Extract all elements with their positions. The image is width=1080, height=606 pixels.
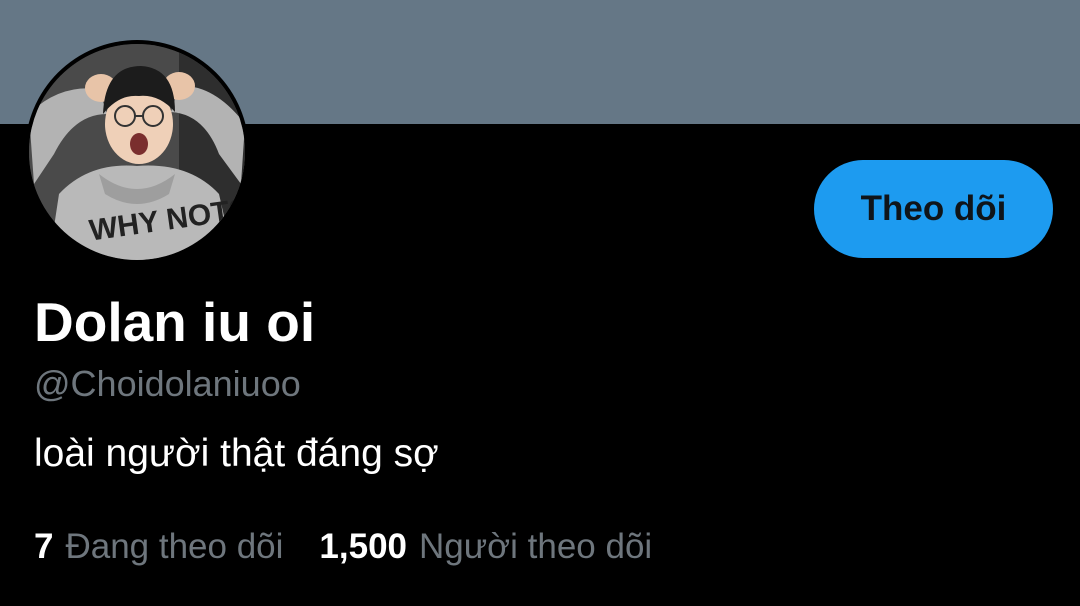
following-count: 7: [34, 527, 54, 566]
followers-count: 1,500: [319, 527, 408, 566]
profile-header: WHY NOT?! Theo dõi Dolan iu oi @Choidola…: [0, 0, 1080, 606]
followers-stat[interactable]: 1,500 Người theo dõi: [319, 525, 652, 569]
avatar-ring: WHY NOT?!: [25, 40, 249, 264]
following-stat[interactable]: 7 Đang theo dõi: [34, 525, 283, 569]
display-name: Dolan iu oi: [34, 291, 316, 353]
followers-label: Người theo dõi: [419, 527, 653, 566]
avatar-image: WHY NOT?!: [29, 44, 245, 260]
user-handle: @Choidolaniuoo: [34, 363, 301, 404]
profile-stats: 7 Đang theo dõi 1,500 Người theo dõi: [34, 525, 652, 569]
following-label: Đang theo dõi: [65, 527, 284, 566]
follow-button[interactable]: Theo dõi: [814, 160, 1053, 258]
avatar[interactable]: WHY NOT?!: [29, 44, 245, 260]
profile-bio: loài người thật đáng sợ: [34, 432, 439, 475]
